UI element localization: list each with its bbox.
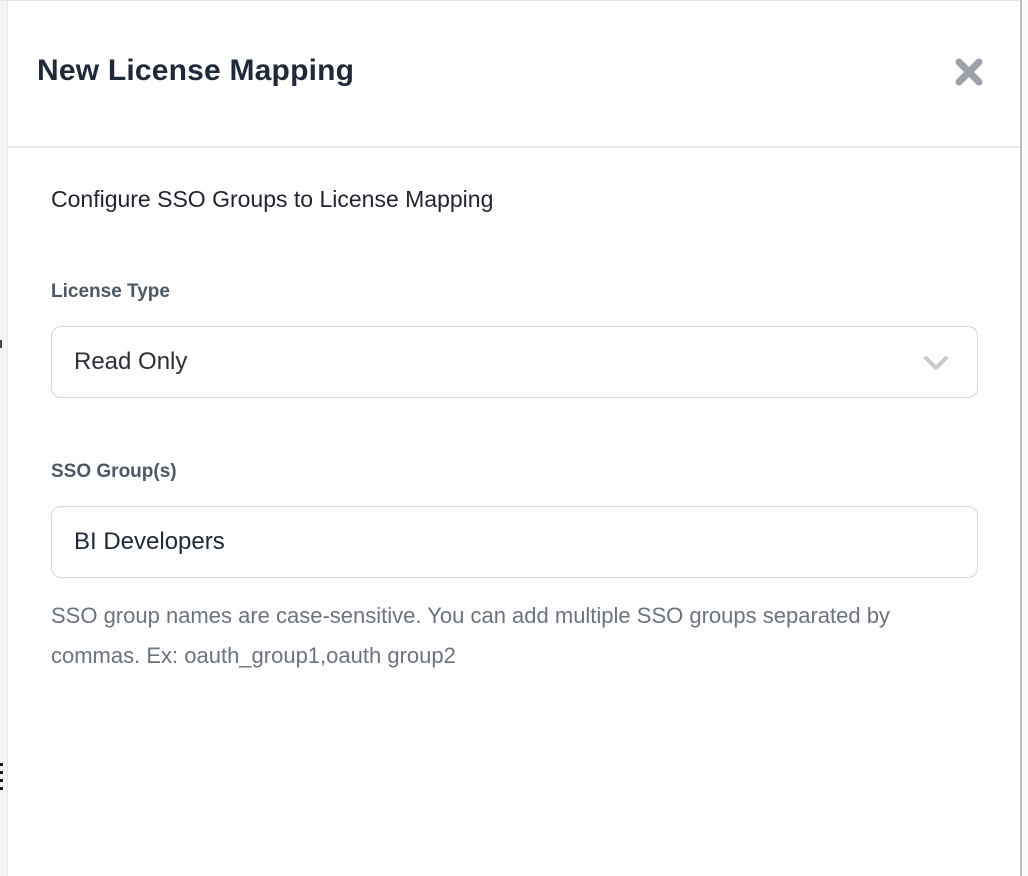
menu-dashes-icon bbox=[0, 779, 3, 782]
menu-dashes-icon bbox=[0, 763, 3, 766]
background-page-edge bbox=[0, 0, 7, 876]
dialog-subtitle: Configure SSO Groups to License Mapping bbox=[51, 186, 493, 213]
page-background: New License Mapping Configure SSO Groups… bbox=[0, 0, 1028, 876]
sso-groups-label: SSO Group(s) bbox=[51, 461, 177, 483]
new-license-mapping-dialog: New License Mapping Configure SSO Groups… bbox=[7, 0, 1022, 876]
license-type-selected-value: Read Only bbox=[52, 348, 187, 376]
license-type-select[interactable]: Read Only bbox=[51, 326, 978, 398]
license-type-label: License Type bbox=[51, 281, 170, 303]
menu-dashes-icon bbox=[0, 771, 3, 774]
menu-dashes-icon bbox=[0, 787, 3, 790]
sso-groups-help: SSO group names are case-sensitive. You … bbox=[51, 596, 896, 676]
dialog-header: New License Mapping bbox=[8, 1, 1020, 146]
close-button[interactable] bbox=[948, 51, 990, 93]
sso-groups-input[interactable] bbox=[51, 506, 978, 578]
dialog-title: New License Mapping bbox=[37, 51, 354, 91]
chevron-down-icon bbox=[923, 351, 949, 375]
dialog-body: Configure SSO Groups to License Mapping … bbox=[8, 148, 1020, 876]
close-icon bbox=[950, 53, 988, 91]
background-artifact bbox=[0, 340, 2, 348]
